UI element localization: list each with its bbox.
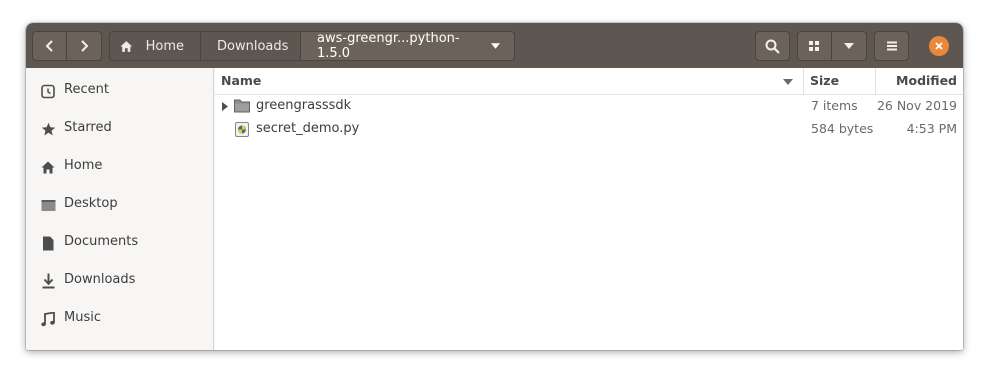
file-name: secret_demo.py: [256, 121, 360, 136]
file-name: greengrasssdk: [256, 98, 352, 113]
sidebar-item-home[interactable]: Home: [26, 152, 214, 182]
sidebar-item-desktop[interactable]: Desktop: [26, 190, 214, 220]
caret-down-icon: [844, 43, 854, 49]
view-grid-button[interactable]: [797, 31, 832, 61]
desktop-icon: [40, 197, 56, 213]
close-button[interactable]: [929, 36, 949, 56]
sidebar-item-documents[interactable]: Documents: [26, 228, 214, 258]
forward-button[interactable]: [67, 31, 102, 61]
sidebar-item-starred[interactable]: Starred: [26, 114, 214, 144]
sidebar-item-recent[interactable]: Recent: [26, 76, 214, 106]
path-bar: Home Downloads aws-greengr...python-1.5.…: [109, 31, 515, 61]
sidebar: Recent Starred Home Desktop Documents Do…: [26, 68, 214, 350]
hamburger-icon: [886, 41, 897, 51]
close-icon: [935, 42, 943, 50]
sidebar-item-label: Documents: [64, 234, 139, 249]
sidebar-item-music[interactable]: Music: [26, 304, 214, 334]
sort-caret-icon[interactable]: [783, 79, 793, 85]
file-size: 7 items: [811, 98, 858, 113]
breadcrumb-label: aws-greengr...python-1.5.0: [317, 31, 460, 61]
view-options-button[interactable]: [832, 31, 867, 61]
sidebar-item-label: Starred: [64, 120, 112, 135]
file-list-view: Name Size Modified greengrasssdk 7 items…: [215, 68, 963, 350]
file-modified: 26 Nov 2019: [876, 98, 957, 113]
column-header-row: Name Size Modified: [215, 68, 963, 95]
breadcrumb-label: Downloads: [217, 38, 289, 54]
header-bar: Home Downloads aws-greengr...python-1.5.…: [26, 23, 963, 68]
sidebar-item-downloads[interactable]: Downloads: [26, 266, 214, 296]
column-header-size[interactable]: Size: [810, 73, 839, 88]
home-icon: [40, 159, 56, 175]
download-icon: [40, 273, 56, 289]
column-separator: [803, 68, 804, 95]
file-size: 584 bytes: [811, 121, 874, 136]
sidebar-item-label: Desktop: [64, 196, 118, 211]
sidebar-item-label: Home: [64, 158, 103, 173]
file-row[interactable]: greengrasssdk 7 items 26 Nov 2019: [215, 95, 963, 118]
navigation-buttons: [32, 31, 102, 61]
chevron-left-icon: [45, 40, 53, 52]
search-icon: [765, 39, 780, 54]
document-icon: [40, 235, 56, 251]
file-row[interactable]: secret_demo.py 584 bytes 4:53 PM: [215, 118, 963, 141]
file-modified: 4:53 PM: [906, 121, 957, 136]
menu-button[interactable]: [874, 31, 909, 61]
file-manager-window: Home Downloads aws-greengr...python-1.5.…: [26, 23, 963, 350]
chevron-right-icon: [81, 40, 89, 52]
caret-down-icon: [491, 43, 500, 49]
python-file-icon: [235, 122, 249, 137]
column-header-name[interactable]: Name: [221, 73, 261, 88]
breadcrumb-downloads[interactable]: Downloads: [201, 31, 301, 61]
grid-icon: [809, 40, 819, 51]
sidebar-item-label: Downloads: [64, 272, 136, 287]
search-button[interactable]: [755, 31, 790, 61]
sidebar-item-label: Recent: [64, 82, 109, 97]
breadcrumb-current[interactable]: aws-greengr...python-1.5.0: [301, 31, 515, 61]
music-icon: [40, 311, 56, 327]
clock-icon: [40, 83, 56, 99]
home-icon: [120, 40, 133, 52]
column-header-modified[interactable]: Modified: [896, 73, 957, 88]
back-button[interactable]: [32, 31, 67, 61]
column-separator: [875, 68, 876, 95]
folder-icon: [234, 99, 250, 113]
sidebar-item-label: Music: [64, 310, 101, 325]
star-icon: [40, 121, 56, 137]
breadcrumb-home[interactable]: Home: [109, 31, 201, 61]
expander-arrow-icon[interactable]: [222, 102, 228, 111]
breadcrumb-home-label: Home: [145, 38, 184, 54]
